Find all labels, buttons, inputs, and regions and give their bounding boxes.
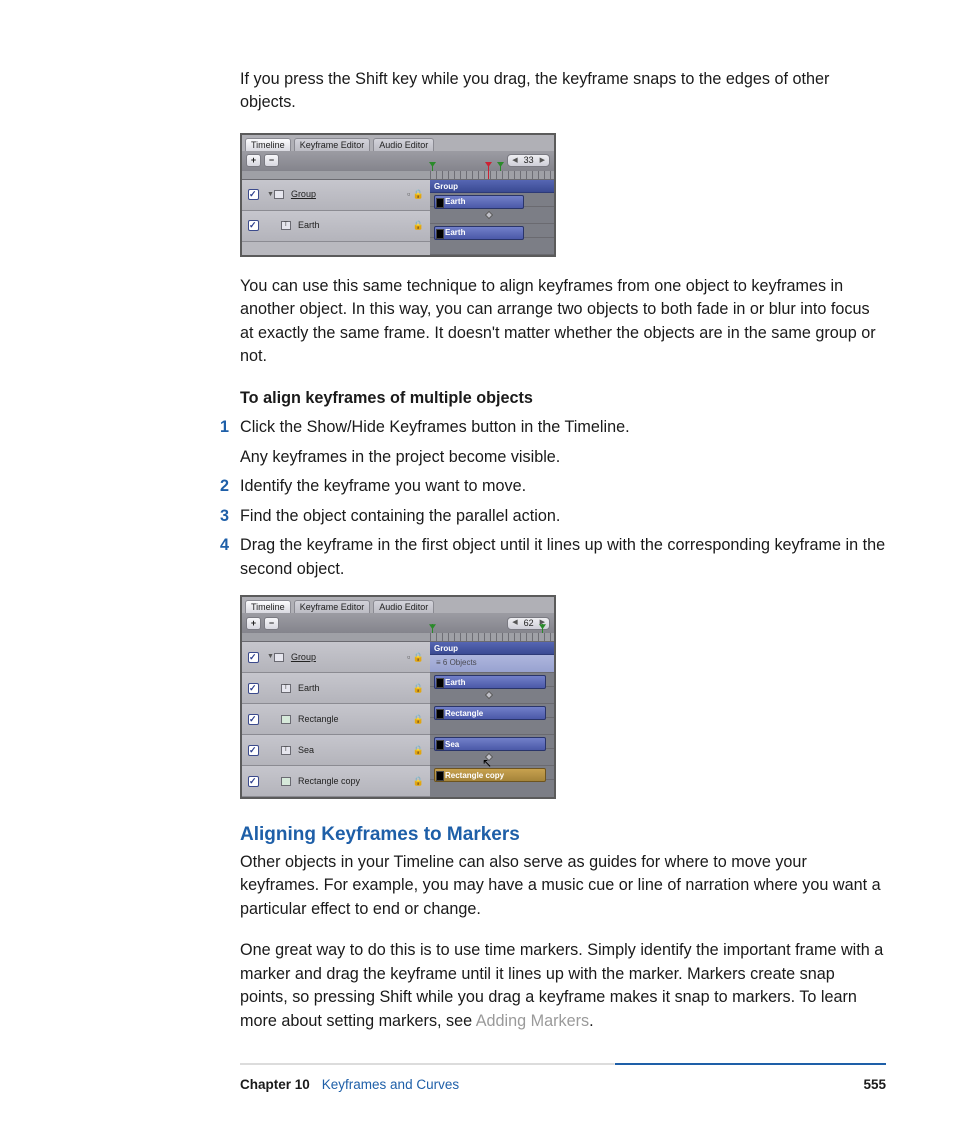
track-row-group[interactable]: ▼ Group ▫ 🔒 xyxy=(242,180,430,211)
page-footer: Chapter 10 Keyframes and Curves 555 xyxy=(240,1075,886,1095)
track-label: Earth xyxy=(298,682,320,695)
step-number: 2 xyxy=(220,475,229,498)
lock-icon[interactable]: ▫ 🔒 xyxy=(407,651,424,664)
remove-button[interactable]: − xyxy=(264,617,279,630)
track-row-group[interactable]: ▼ Group ▫ 🔒 xyxy=(242,642,430,673)
lock-icon[interactable]: 🔒 xyxy=(413,682,424,695)
current-frame: 33 xyxy=(524,154,534,167)
step-1: 1 Click the Show/Hide Keyframes button i… xyxy=(240,416,886,469)
add-button[interactable]: + xyxy=(246,617,261,630)
steps-heading: To align keyframes of multiple objects xyxy=(240,387,886,410)
link-adding-markers[interactable]: Adding Markers xyxy=(476,1012,589,1030)
frame-stepper[interactable]: ◀ 33 ▶ xyxy=(507,154,550,167)
track-row[interactable]: Rectangle copy 🔒 xyxy=(242,766,430,797)
page-number: 555 xyxy=(863,1075,886,1095)
text-layer-icon xyxy=(281,221,291,230)
tab-audio-editor[interactable]: Audio Editor xyxy=(373,138,434,151)
group-icon xyxy=(274,190,284,199)
out-marker-icon[interactable] xyxy=(500,162,501,171)
current-frame: 62 xyxy=(524,617,534,630)
visibility-checkbox[interactable] xyxy=(248,776,259,787)
tab-keyframe-editor[interactable]: Keyframe Editor xyxy=(294,600,371,613)
tab-keyframe-editor[interactable]: Keyframe Editor xyxy=(294,138,371,151)
footer-chapter: Chapter 10 xyxy=(240,1075,310,1095)
step-3: 3 Find the object containing the paralle… xyxy=(240,505,886,528)
text-layer-icon xyxy=(281,684,291,693)
playhead[interactable] xyxy=(488,162,489,179)
clip[interactable]: Rectangle copy xyxy=(434,768,546,782)
time-ruler[interactable] xyxy=(430,171,554,180)
step-2: 2 Identify the keyframe you want to move… xyxy=(240,475,886,498)
shape-layer-icon xyxy=(281,777,291,786)
chevron-right-icon[interactable]: ▶ xyxy=(540,156,545,166)
time-ruler[interactable] xyxy=(430,633,554,642)
timeline-screenshot-1: Timeline Keyframe Editor Audio Editor + … xyxy=(240,133,556,257)
visibility-checkbox[interactable] xyxy=(248,220,259,231)
step-number: 1 xyxy=(220,416,229,439)
timeline-screenshot-2: Timeline Keyframe Editor Audio Editor + … xyxy=(240,595,556,799)
paragraph: Other objects in your Timeline can also … xyxy=(240,851,886,921)
paragraph: You can use this same technique to align… xyxy=(240,275,886,369)
track-row[interactable]: Rectangle 🔒 xyxy=(242,704,430,735)
group-icon xyxy=(274,653,284,662)
add-button[interactable]: + xyxy=(246,154,261,167)
track-label: Rectangle xyxy=(298,713,339,726)
visibility-checkbox[interactable] xyxy=(248,714,259,725)
clip-group-header: Group xyxy=(430,642,554,655)
clip-group-header: Group xyxy=(430,180,554,193)
chevron-left-icon[interactable]: ◀ xyxy=(512,156,517,166)
track-label: Earth xyxy=(298,219,320,232)
lock-icon[interactable]: 🔒 xyxy=(413,713,424,726)
remove-button[interactable]: − xyxy=(264,154,279,167)
track-label: Group xyxy=(291,188,316,201)
footer-chapter-title: Keyframes and Curves xyxy=(322,1075,459,1095)
visibility-checkbox[interactable] xyxy=(248,189,259,200)
lock-icon[interactable]: 🔒 xyxy=(413,775,424,788)
track-row-earth[interactable]: Earth 🔒 xyxy=(242,211,430,242)
in-marker-icon[interactable] xyxy=(432,162,433,171)
step-number: 4 xyxy=(220,534,229,557)
track-label: Sea xyxy=(298,744,314,757)
track-label: Group xyxy=(291,651,316,664)
frame-stepper[interactable]: ◀ 62 ▶ xyxy=(507,617,550,630)
lock-icon[interactable]: 🔒 xyxy=(413,744,424,757)
tab-audio-editor[interactable]: Audio Editor xyxy=(373,600,434,613)
disclosure-triangle-icon[interactable]: ▼ xyxy=(267,190,274,200)
section-heading: Aligning Keyframes to Markers xyxy=(240,821,886,849)
track-row[interactable]: Sea 🔒 xyxy=(242,735,430,766)
in-marker-icon[interactable] xyxy=(432,624,433,633)
intro-paragraph: If you press the Shift key while you dra… xyxy=(240,68,886,115)
tab-timeline[interactable]: Timeline xyxy=(245,600,291,613)
track-label: Rectangle copy xyxy=(298,775,360,788)
keyframe-icon[interactable] xyxy=(485,691,493,699)
track-row[interactable]: Earth 🔒 xyxy=(242,673,430,704)
out-marker-icon[interactable] xyxy=(542,624,543,633)
lock-icon[interactable]: 🔒 xyxy=(413,219,424,232)
shape-layer-icon xyxy=(281,715,291,724)
visibility-checkbox[interactable] xyxy=(248,652,259,663)
keyframe-icon[interactable] xyxy=(485,211,493,219)
chevron-left-icon[interactable]: ◀ xyxy=(512,618,517,628)
paragraph: One great way to do this is to use time … xyxy=(240,939,886,1033)
text-layer-icon xyxy=(281,746,291,755)
visibility-checkbox[interactable] xyxy=(248,683,259,694)
step-4: 4 Drag the keyframe in the first object … xyxy=(240,534,886,581)
disclosure-triangle-icon[interactable]: ▼ xyxy=(267,652,274,662)
tab-timeline[interactable]: Timeline xyxy=(245,138,291,151)
visibility-checkbox[interactable] xyxy=(248,745,259,756)
step-number: 3 xyxy=(220,505,229,528)
lock-icon[interactable]: ▫ 🔒 xyxy=(407,188,424,201)
